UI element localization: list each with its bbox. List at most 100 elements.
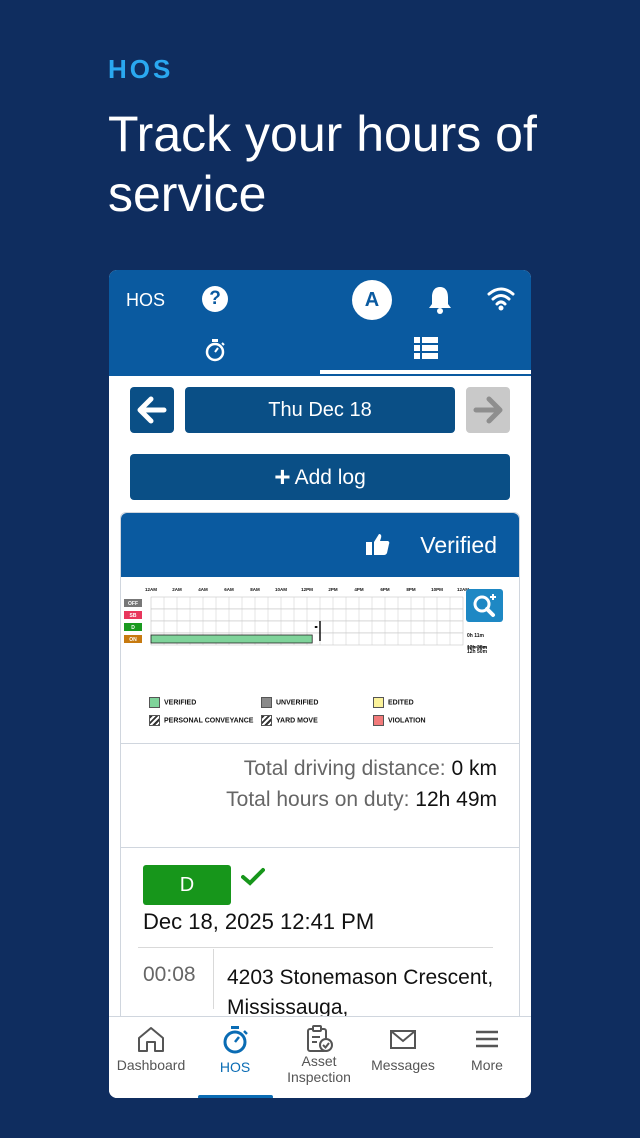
next-day-button[interactable] bbox=[466, 387, 510, 433]
event-duration: 00:08 bbox=[143, 963, 196, 986]
nav-label: Asset Inspection bbox=[287, 1053, 351, 1085]
nav-messages[interactable]: Messages bbox=[361, 1017, 445, 1098]
legend-swatch bbox=[149, 697, 160, 708]
legend-item: PERSONAL CONVEYANCE bbox=[149, 715, 253, 727]
tab-timer[interactable] bbox=[109, 330, 320, 376]
event-timestamp: Dec 18, 2025 12:41 PM bbox=[143, 909, 375, 934]
nav-dashboard[interactable]: Dashboard bbox=[109, 1017, 193, 1098]
hour-tick-label: 2PM bbox=[328, 587, 338, 592]
legend-item: VERIFIED bbox=[149, 697, 196, 709]
grand-total: 12h 50m bbox=[467, 649, 488, 655]
hour-tick-label: 8PM bbox=[406, 587, 416, 592]
plus-icon: + bbox=[274, 461, 291, 492]
hours-on-duty-label: Total hours on duty: bbox=[226, 788, 410, 811]
duty-segment bbox=[150, 634, 313, 644]
status-label: SB bbox=[130, 613, 137, 619]
verified-status: Verified bbox=[420, 532, 497, 558]
date-picker-button[interactable]: Thu Dec 18 bbox=[185, 387, 455, 433]
app-bar-title: HOS bbox=[126, 290, 166, 310]
hos-grid-svg: 12AM 2AM 4AM 6AM 8AM 10AM 12PM 2PM 4PM 6PM 8PM 10PM… bbox=[124, 587, 488, 655]
divider bbox=[213, 949, 214, 1009]
driving-distance-value: 0 km bbox=[451, 757, 497, 780]
status-label: D bbox=[131, 625, 135, 631]
legend-label: VIOLATION bbox=[388, 717, 426, 725]
hos-grid-chart: 12AM 2AM 4AM 6AM 8AM 10AM 12PM 2PM 4PM 6PM 8PM 10PM… bbox=[121, 577, 519, 743]
legend-swatch bbox=[261, 697, 272, 708]
zoom-in-icon bbox=[473, 594, 496, 617]
log-content[interactable]: Thu Dec 18 + Add log Verified 12AM 2AM 4AM 6… bbox=[109, 376, 531, 1016]
legend-swatch bbox=[373, 697, 384, 708]
legend-label: YARD MOVE bbox=[276, 717, 318, 725]
app-bar: HOS ? A bbox=[109, 270, 531, 376]
add-log-button[interactable]: + Add log bbox=[130, 454, 510, 500]
list-icon bbox=[414, 337, 438, 359]
nav-label: Messages bbox=[371, 1057, 435, 1073]
active-tab-indicator bbox=[320, 370, 531, 374]
hour-tick-label: 10PM bbox=[431, 587, 443, 592]
log-card-header: Verified bbox=[121, 513, 519, 577]
wifi-icon bbox=[487, 287, 515, 311]
hour-tick-label: 10AM bbox=[275, 587, 287, 592]
envelope-icon bbox=[390, 1030, 416, 1049]
nav-more[interactable]: More bbox=[445, 1017, 529, 1098]
phone-screen: HOS ? A Thu Dec 18 + Add log Verified 12… bbox=[109, 270, 531, 1098]
log-totals: Total driving distance: 0 km Total hours… bbox=[121, 753, 519, 833]
legend-label: UNVERIFIED bbox=[276, 699, 319, 707]
hour-tick-label: 12PM bbox=[301, 587, 313, 592]
hour-tick-label: 2AM bbox=[172, 587, 182, 592]
legend-item: EDITED bbox=[373, 697, 414, 709]
nav-label: Dashboard bbox=[116, 1057, 186, 1073]
driving-distance-label: Total driving distance: bbox=[243, 757, 446, 780]
event-location: 4203 Stonemason Crescent, Mississauga, bbox=[227, 966, 494, 1016]
arrow-left-icon bbox=[137, 396, 167, 424]
legend-swatch bbox=[261, 715, 272, 726]
arrow-right-icon bbox=[473, 396, 503, 424]
divider bbox=[121, 743, 519, 744]
legend-item: UNVERIFIED bbox=[261, 697, 318, 709]
active-nav-indicator bbox=[198, 1095, 273, 1098]
clipboard-check-icon bbox=[307, 1025, 333, 1052]
legend-item: VIOLATION bbox=[373, 715, 426, 727]
row-total: 0h 11m bbox=[467, 633, 485, 639]
hour-tick-label: 6PM bbox=[380, 587, 390, 592]
divider bbox=[138, 947, 493, 948]
nav-asset-inspection[interactable]: Asset Inspection bbox=[277, 1017, 361, 1098]
stopwatch-icon bbox=[205, 339, 225, 362]
hour-tick-label: 12AM bbox=[145, 587, 157, 592]
add-log-label: Add log bbox=[294, 466, 366, 489]
legend-item: YARD MOVE bbox=[261, 715, 318, 727]
status-badge: D bbox=[143, 865, 231, 905]
hours-on-duty-value: 12h 49m bbox=[415, 788, 497, 811]
nav-hos[interactable]: HOS bbox=[193, 1017, 277, 1098]
check-icon bbox=[241, 868, 265, 886]
avatar[interactable]: A bbox=[352, 280, 392, 320]
legend-swatch bbox=[373, 715, 384, 726]
hour-tick-label: 6AM bbox=[224, 587, 234, 592]
status-label: ON bbox=[129, 637, 137, 643]
stopwatch-icon bbox=[223, 1026, 248, 1054]
legend-label: PERSONAL CONVEYANCE bbox=[164, 717, 254, 725]
hour-tick-label: 8AM bbox=[250, 587, 260, 592]
thumbs-up-icon bbox=[366, 534, 390, 555]
zoom-button[interactable] bbox=[466, 589, 503, 622]
bottom-nav: Dashboard HOS Asset Inspection Messages … bbox=[109, 1016, 531, 1098]
date-navigator: Thu Dec 18 bbox=[130, 387, 510, 433]
menu-icon bbox=[476, 1030, 498, 1048]
previous-day-button[interactable] bbox=[130, 387, 174, 433]
legend-swatch bbox=[149, 715, 160, 726]
log-event[interactable]: D Dec 18, 2025 12:41 PM 00:08 4203 Stone… bbox=[121, 847, 519, 1016]
hour-tick-label: 4AM bbox=[198, 587, 208, 592]
help-icon[interactable]: ? bbox=[202, 286, 228, 312]
legend-label: EDITED bbox=[388, 699, 414, 707]
chart-legend: VERIFIED UNVERIFIED EDITED PERSONAL CONVEYA… bbox=[149, 697, 509, 737]
legend-label: VERIFIED bbox=[164, 699, 197, 707]
nav-label: HOS bbox=[219, 1059, 251, 1075]
hour-tick-label: 4PM bbox=[354, 587, 364, 592]
bell-icon[interactable] bbox=[427, 284, 453, 314]
home-icon bbox=[138, 1027, 164, 1052]
promo-title: Track your hours of service bbox=[108, 106, 537, 222]
status-label: OFF bbox=[128, 601, 138, 607]
nav-label: More bbox=[471, 1057, 503, 1073]
log-card: Verified 12AM 2AM 4AM 6AM 8AM 10AM 12PM 2PM 4PM 6… bbox=[120, 512, 520, 1016]
promo-kicker: HOS bbox=[108, 54, 174, 84]
